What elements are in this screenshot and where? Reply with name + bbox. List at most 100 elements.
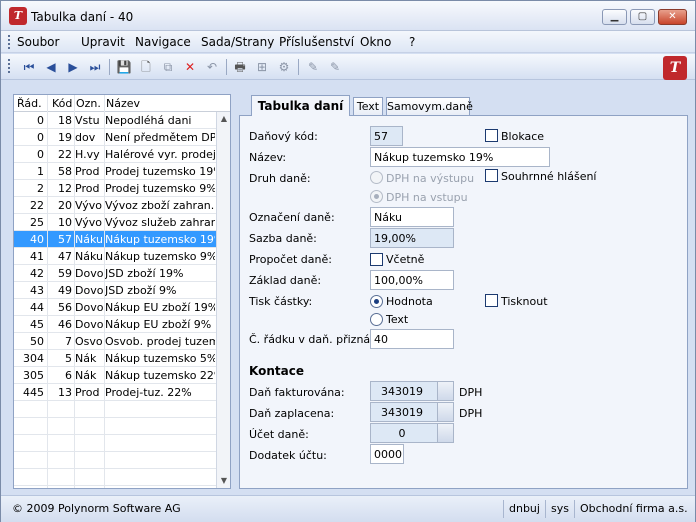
tree-structure-icon[interactable]: ⊞ (253, 58, 271, 76)
print-text-radio[interactable] (370, 313, 383, 326)
tax-account-combo[interactable]: 0 (370, 423, 454, 443)
input-vat-radio (370, 190, 383, 203)
menu-okno[interactable]: Okno (360, 35, 391, 49)
account-suffix-field[interactable]: 0000 (370, 444, 404, 464)
table-row[interactable]: 22 20 Vývo Vývoz zboží zahran. (14, 197, 216, 214)
tax-paid-combo[interactable]: 343019 (370, 402, 454, 422)
new-document-icon[interactable]: 🗋 (137, 58, 155, 76)
settings-icon[interactable]: ⚙ (275, 58, 293, 76)
cell-kod: 57 (58, 233, 72, 246)
col-ozn-header[interactable]: Ozn. (76, 97, 101, 110)
tax-mark-label: Označení daně: (249, 211, 335, 224)
cell-nazev: Halérové vyr. prodej (105, 148, 215, 161)
return-row-field[interactable]: 40 (370, 329, 454, 349)
name-field[interactable]: Nákup tuzemsko 19% (370, 147, 550, 167)
copy-icon[interactable]: ⧉ (159, 58, 177, 76)
menu-soubor[interactable]: Soubor (17, 35, 59, 49)
table-row[interactable]: 1 58 Prod Prodej tuzemsko 19% (14, 163, 216, 180)
scroll-down-icon[interactable]: ▼ (219, 476, 229, 486)
print-icon[interactable]: 🖶 (231, 58, 249, 76)
tax-base-field[interactable]: 100,00% (370, 270, 454, 290)
scroll-up-icon[interactable]: ▲ (219, 114, 229, 124)
dropdown-arrow-icon[interactable] (437, 424, 453, 442)
save-icon[interactable]: 💾 (115, 58, 133, 76)
last-record-icon[interactable]: ⏭ (86, 58, 104, 76)
table-row[interactable]: 40 57 Náku Nákup tuzemsko 19% (14, 231, 216, 248)
status-separator (574, 500, 575, 518)
next-record-icon[interactable]: ▶ (64, 58, 82, 76)
menu-upravit[interactable]: Upravit (81, 35, 125, 49)
menu-grip-icon[interactable] (8, 35, 11, 49)
tax-code-field[interactable]: 57 (370, 126, 403, 146)
table-row[interactable]: 0 18 Vstu Nepodléhá dani (14, 112, 216, 129)
table-row[interactable]: 0 19 dov Není předmětem DPH (14, 129, 216, 146)
edit-pen-icon[interactable]: ✎ (304, 58, 322, 76)
cell-ozn: Nák (75, 352, 97, 365)
menu-help[interactable]: ? (409, 35, 415, 49)
tax-list[interactable]: Řád. Kód Ozn. Název 0 18 Vstu Nepodléhá dan… (13, 94, 231, 489)
summary-report-checkbox[interactable] (485, 169, 498, 182)
close-button[interactable]: ✕ (658, 9, 687, 25)
table-row[interactable]: 305 6 Nák Nákup tuzemsko 22% (14, 367, 216, 384)
table-row[interactable]: 42 59 Dovo JSD zboží 19% (14, 265, 216, 282)
tax-code-label: Daňový kód: (249, 130, 318, 143)
tax-invoiced-combo[interactable]: 343019 (370, 381, 454, 401)
minimize-button[interactable]: ▁ (602, 9, 627, 25)
account-suffix-label: Dodatek účtu: (249, 449, 327, 462)
toolbar-separator (226, 59, 227, 75)
app-logo-icon[interactable]: T (9, 7, 27, 25)
menu-sada-strany[interactable]: Sada/Strany (201, 35, 274, 49)
col-rad-header[interactable]: Řád. (17, 97, 42, 110)
tax-mark-field[interactable]: Náku (370, 207, 454, 227)
edit-pen-alt-icon[interactable]: ✎ (326, 58, 344, 76)
previous-record-icon[interactable]: ◀ (42, 58, 60, 76)
delete-icon[interactable]: ✕ (181, 58, 199, 76)
table-row[interactable]: 304 5 Nák Nákup tuzemsko 5% (14, 350, 216, 367)
print-value-radio[interactable] (370, 295, 383, 308)
table-row[interactable]: 25 10 Vývo Vývoz služeb zahran. (14, 214, 216, 231)
table-row[interactable]: 2 12 Prod Prodej tuzemsko 9% (14, 180, 216, 197)
status-separator (503, 500, 504, 518)
cell-kod: 59 (58, 267, 72, 280)
table-row[interactable]: 0 22 H.vy Halérové vyr. prodej (14, 146, 216, 163)
menu-bar: Soubor Upravit Navigace Sada/Strany Přís… (1, 31, 695, 53)
polynorm-logo-icon: T (663, 56, 687, 80)
cell-ozn: Náku (75, 250, 103, 263)
cell-kod: 7 (65, 335, 72, 348)
tax-base-label: Základ daně: (249, 274, 322, 287)
menu-navigace[interactable]: Navigace (135, 35, 191, 49)
menu-prislusenstvi[interactable]: Příslušenství (279, 35, 354, 49)
table-row[interactable]: 45 46 Dovo Nákup EU zboží 9% (14, 316, 216, 333)
table-row[interactable]: 445 13 Prod Prodej-tuz. 22% (14, 384, 216, 401)
table-row[interactable]: 50 7 Osvo Osvob. prodej tuzem. (14, 333, 216, 350)
tab-samovym-dane[interactable]: Samovym.daně (386, 97, 473, 116)
blokace-checkbox[interactable] (485, 129, 498, 142)
cell-rad: 0 (37, 114, 44, 127)
print-checkbox[interactable] (485, 294, 498, 307)
list-scrollbar[interactable]: ▲ ▼ (216, 112, 230, 488)
cell-ozn: Náku (75, 233, 103, 246)
tab-text[interactable]: Text (353, 97, 383, 116)
table-row[interactable]: 41 47 Náku Nákup tuzemsko 9% (14, 248, 216, 265)
tax-rate-field[interactable]: 19,00% (370, 228, 454, 248)
table-row[interactable]: 44 56 Dovo Nákup EU zboží 19% (14, 299, 216, 316)
col-kod-header[interactable]: Kód (52, 97, 72, 110)
status-separator (545, 500, 546, 518)
dropdown-arrow-icon[interactable] (437, 403, 453, 421)
maximize-button[interactable]: ▢ (630, 9, 655, 25)
cell-ozn: Vstu (75, 114, 100, 127)
cell-nazev: Nákup EU zboží 9% (105, 318, 212, 331)
first-record-icon[interactable]: ⏮ (20, 58, 38, 76)
toolbar-grip-icon[interactable] (8, 59, 11, 73)
tax-invoiced-value: 343019 (381, 385, 423, 398)
cell-nazev: Nepodléhá dani (105, 114, 192, 127)
col-nazev-header[interactable]: Název (106, 97, 140, 110)
cell-rad: 25 (30, 216, 44, 229)
cell-rad: 41 (30, 250, 44, 263)
kontace-title: Kontace (249, 364, 304, 378)
tab-tabulka-dani[interactable]: Tabulka daní (251, 95, 350, 116)
dropdown-arrow-icon[interactable] (437, 382, 453, 400)
table-row[interactable]: 43 49 Dovo JSD zboží 9% (14, 282, 216, 299)
undo-icon[interactable]: ↶ (203, 58, 221, 76)
including-checkbox[interactable] (370, 253, 383, 266)
